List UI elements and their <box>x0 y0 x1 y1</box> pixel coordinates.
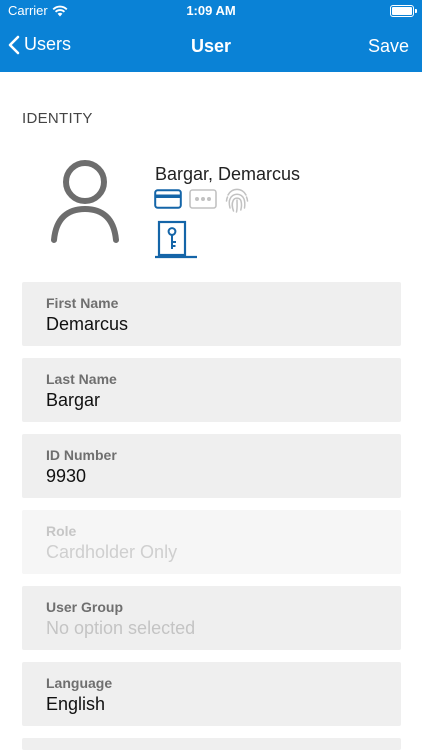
next-field-partial[interactable] <box>22 738 401 750</box>
user-group-value[interactable]: No option selected <box>46 618 195 639</box>
field-label: Language <box>46 675 113 691</box>
last-name-value[interactable]: Bargar <box>46 390 100 411</box>
first-name-field[interactable]: First Name Demarcus <box>22 282 401 346</box>
user-group-field[interactable]: User Group No option selected <box>22 586 401 650</box>
field-label: ID Number <box>46 447 117 463</box>
field-label: First Name <box>46 295 119 311</box>
status-time: 1:09 AM <box>186 3 236 18</box>
door-key-icon[interactable] <box>155 220 197 260</box>
status-bar: Carrier 1:09 AM <box>0 0 422 22</box>
navigation-bar: Users User Save <box>0 22 422 72</box>
user-display-name: Bargar, Demarcus <box>155 164 301 184</box>
battery-icon <box>390 5 417 17</box>
language-field[interactable]: Language English <box>22 662 401 726</box>
role-value: Cardholder Only <box>46 542 178 562</box>
back-button-label: Users <box>24 34 72 54</box>
field-label: User Group <box>46 599 124 615</box>
role-field: Role Cardholder Only <box>22 510 401 574</box>
language-value[interactable]: English <box>46 694 105 715</box>
back-button[interactable]: Users <box>8 34 71 55</box>
id-number-value[interactable]: 9930 <box>46 466 86 487</box>
chevron-left-icon <box>8 35 20 54</box>
id-number-field[interactable]: ID Number 9930 <box>22 434 401 498</box>
save-button[interactable]: Save <box>368 36 409 57</box>
card-icon[interactable] <box>154 189 182 209</box>
fingerprint-icon[interactable] <box>224 186 250 214</box>
user-avatar-icon[interactable] <box>50 160 120 244</box>
field-label: Role <box>46 523 77 539</box>
pin-icon[interactable] <box>189 189 217 209</box>
section-header-identity: IDENTITY <box>22 110 93 127</box>
field-label: Last Name <box>46 371 117 387</box>
first-name-value[interactable]: Demarcus <box>46 314 128 335</box>
last-name-field[interactable]: Last Name Bargar <box>22 358 401 422</box>
